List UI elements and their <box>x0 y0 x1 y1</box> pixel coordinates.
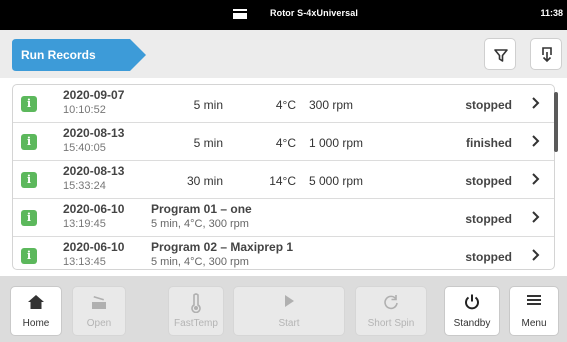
fasttemp-button[interactable]: FastTemp <box>168 286 224 336</box>
record-duration: 30 min <box>186 174 223 188</box>
hamburger-menu-icon <box>527 295 541 305</box>
chevron-right-icon[interactable] <box>531 96 541 110</box>
info-icon[interactable]: i <box>21 210 37 226</box>
record-status: finished <box>465 136 512 150</box>
record-date: 2020-08-13 <box>63 126 125 140</box>
list-item[interactable]: i 2020-09-07 10:10:52 5 min 4°C 300 rpm … <box>13 85 554 123</box>
record-program: Program 01 – one <box>151 202 252 216</box>
start-button[interactable]: Start <box>233 286 345 336</box>
short-spin-button[interactable]: Short Spin <box>355 286 427 336</box>
list-item[interactable]: i 2020-06-10 13:19:45 Program 01 – one 5… <box>13 199 554 237</box>
run-records-list[interactable]: i 2020-09-07 10:10:52 5 min 4°C 300 rpm … <box>12 84 555 270</box>
open-button[interactable]: Open <box>72 286 126 336</box>
lid-icon <box>92 296 106 309</box>
home-icon <box>28 295 44 309</box>
scrollbar[interactable] <box>554 92 558 152</box>
device-name: Rotor S-4xUniversal <box>270 8 358 18</box>
record-status: stopped <box>465 250 512 264</box>
open-label: Open <box>86 318 112 329</box>
record-time: 15:40:05 <box>63 142 106 154</box>
record-date: 2020-06-10 <box>63 240 125 254</box>
record-date: 2020-09-07 <box>63 88 125 102</box>
record-time: 13:19:45 <box>63 218 106 230</box>
record-temperature: 4°C <box>275 136 296 150</box>
menu-label: Menu <box>521 318 547 329</box>
list-item[interactable]: i 2020-08-13 15:33:24 30 min 14°C 5 000 … <box>13 161 554 199</box>
fasttemp-label: FastTemp <box>174 318 218 329</box>
chevron-right-icon[interactable] <box>531 210 541 224</box>
clock: 11:38 <box>540 8 563 18</box>
bottom-toolbar: Home Open FastTemp Start Short Spin Stan… <box>0 276 567 342</box>
info-icon[interactable]: i <box>21 172 37 188</box>
record-temperature: 4°C <box>275 98 296 112</box>
record-duration: 5 min <box>193 98 223 112</box>
list-item[interactable]: i 2020-06-10 13:13:45 Program 02 – Maxip… <box>13 237 554 269</box>
record-status: stopped <box>465 212 512 226</box>
record-program-details: 5 min, 4°C, 300 rpm <box>151 256 249 268</box>
status-bar: Rotor S-4xUniversal 11:38 <box>0 0 567 30</box>
home-button[interactable]: Home <box>10 286 62 336</box>
filter-button[interactable] <box>484 38 516 70</box>
standby-label: Standby <box>453 318 491 329</box>
thermometer-icon <box>191 293 201 313</box>
record-date: 2020-08-13 <box>63 164 125 178</box>
record-speed: 1 000 rpm <box>309 136 364 150</box>
record-status: stopped <box>465 98 512 112</box>
chevron-right-icon[interactable] <box>531 134 541 148</box>
tab-run-records-label: Run Records <box>21 48 96 62</box>
start-label: Start <box>278 318 300 329</box>
home-label: Home <box>22 318 50 329</box>
record-program: Program 02 – Maxiprep 1 <box>151 240 294 254</box>
list-item[interactable]: i 2020-08-13 15:40:05 5 min 4°C 1 000 rp… <box>13 123 554 161</box>
export-button[interactable] <box>530 38 562 70</box>
record-duration: 5 min <box>193 136 223 150</box>
record-temperature: 14°C <box>269 174 296 188</box>
standby-button[interactable]: Standby <box>444 286 500 336</box>
record-speed: 5 000 rpm <box>309 174 364 188</box>
record-time: 13:13:45 <box>63 256 106 268</box>
chevron-right-icon[interactable] <box>531 248 541 262</box>
play-icon <box>285 295 294 307</box>
tab-run-records[interactable]: Run Records <box>12 39 146 71</box>
header: Run Records <box>0 30 567 78</box>
refresh-icon <box>384 295 398 310</box>
record-speed: 300 rpm <box>309 98 354 112</box>
menu-button[interactable]: Menu <box>509 286 559 336</box>
power-icon <box>465 294 479 310</box>
export-icon <box>542 47 552 63</box>
info-icon[interactable]: i <box>21 134 37 150</box>
filter-icon <box>494 49 508 62</box>
record-time: 10:10:52 <box>63 104 106 116</box>
info-icon[interactable]: i <box>21 96 37 112</box>
rotor-icon <box>233 9 247 19</box>
record-status: stopped <box>465 174 512 188</box>
chevron-right-icon[interactable] <box>531 172 541 186</box>
record-program-details: 5 min, 4°C, 300 rpm <box>151 218 249 230</box>
short-spin-label: Short Spin <box>367 318 415 329</box>
record-time: 15:33:24 <box>63 180 106 192</box>
info-icon[interactable]: i <box>21 248 37 264</box>
record-date: 2020-06-10 <box>63 202 125 216</box>
